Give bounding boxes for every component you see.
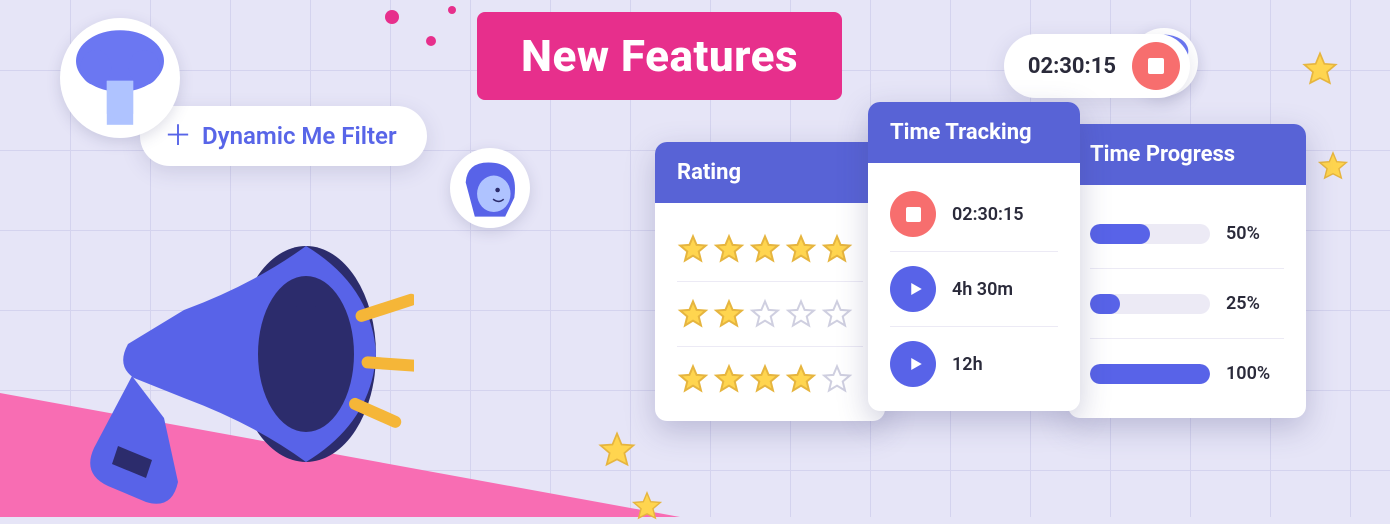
tracking-row: 02:30:15 xyxy=(890,177,1058,252)
star-icon xyxy=(677,363,709,395)
time-progress-card: Time Progress 50% 25% 100% xyxy=(1068,124,1306,418)
hero-title-text: New Features xyxy=(521,30,798,82)
tracking-value: 12h xyxy=(952,354,983,375)
dynamic-me-filter-pill[interactable]: ＋ Dynamic Me Filter xyxy=(140,106,427,166)
time-progress-card-header: Time Progress xyxy=(1068,124,1306,185)
avatar xyxy=(450,148,530,228)
star-icon xyxy=(785,298,817,330)
progress-fill xyxy=(1090,224,1150,244)
star-decoration xyxy=(1316,150,1350,184)
rating-row[interactable] xyxy=(677,347,863,411)
progress-label: 25% xyxy=(1226,293,1274,314)
star-icon xyxy=(821,363,853,395)
plus-icon: ＋ xyxy=(164,122,192,150)
stop-icon xyxy=(906,207,921,222)
progress-bar[interactable] xyxy=(1090,364,1210,384)
progress-row: 25% xyxy=(1090,269,1284,339)
rating-row[interactable] xyxy=(677,282,863,347)
play-button[interactable] xyxy=(890,266,936,312)
progress-bar[interactable] xyxy=(1090,294,1210,314)
tracking-row: 12h xyxy=(890,327,1058,401)
progress-label: 50% xyxy=(1226,223,1274,244)
star-icon xyxy=(821,298,853,330)
progress-fill xyxy=(1090,294,1120,314)
star-decoration xyxy=(1300,50,1340,90)
star-icon xyxy=(713,233,745,265)
tracking-value: 4h 30m xyxy=(952,279,1013,300)
star-icon xyxy=(785,363,817,395)
time-tracking-card-header: Time Tracking xyxy=(868,102,1080,163)
time-tracking-card: Time Tracking 02:30:15 4h 30m 12h xyxy=(868,102,1080,411)
rating-card-header: Rating xyxy=(655,142,885,203)
progress-fill xyxy=(1090,364,1210,384)
dot-decoration xyxy=(385,10,399,24)
megaphone-illustration xyxy=(54,228,414,518)
timer-pill: 02:30:15 xyxy=(1004,34,1190,98)
dot-decoration xyxy=(448,6,456,14)
progress-row: 50% xyxy=(1090,199,1284,269)
star-decoration xyxy=(630,490,664,524)
progress-row: 100% xyxy=(1090,339,1284,408)
star-icon xyxy=(677,298,709,330)
star-icon xyxy=(749,233,781,265)
play-icon xyxy=(906,355,924,373)
play-icon xyxy=(906,280,924,298)
filter-label: Dynamic Me Filter xyxy=(202,122,397,150)
star-icon xyxy=(785,233,817,265)
tracking-row: 4h 30m xyxy=(890,252,1058,327)
timer-value: 02:30:15 xyxy=(1028,54,1116,79)
star-icon xyxy=(749,363,781,395)
stop-button[interactable] xyxy=(1132,42,1180,90)
rating-row[interactable] xyxy=(677,217,863,282)
tracking-value: 02:30:15 xyxy=(952,204,1024,225)
progress-bar[interactable] xyxy=(1090,224,1210,244)
star-icon xyxy=(749,298,781,330)
dot-decoration xyxy=(426,36,436,46)
star-icon xyxy=(713,363,745,395)
hero-title-badge: New Features xyxy=(477,12,842,100)
star-decoration xyxy=(596,430,638,472)
stop-button[interactable] xyxy=(890,191,936,237)
stop-icon xyxy=(1148,58,1164,74)
avatar xyxy=(60,18,180,138)
star-icon xyxy=(821,233,853,265)
progress-label: 100% xyxy=(1226,363,1274,384)
star-icon xyxy=(713,298,745,330)
play-button[interactable] xyxy=(890,341,936,387)
star-icon xyxy=(677,233,709,265)
rating-card: Rating xyxy=(655,142,885,421)
